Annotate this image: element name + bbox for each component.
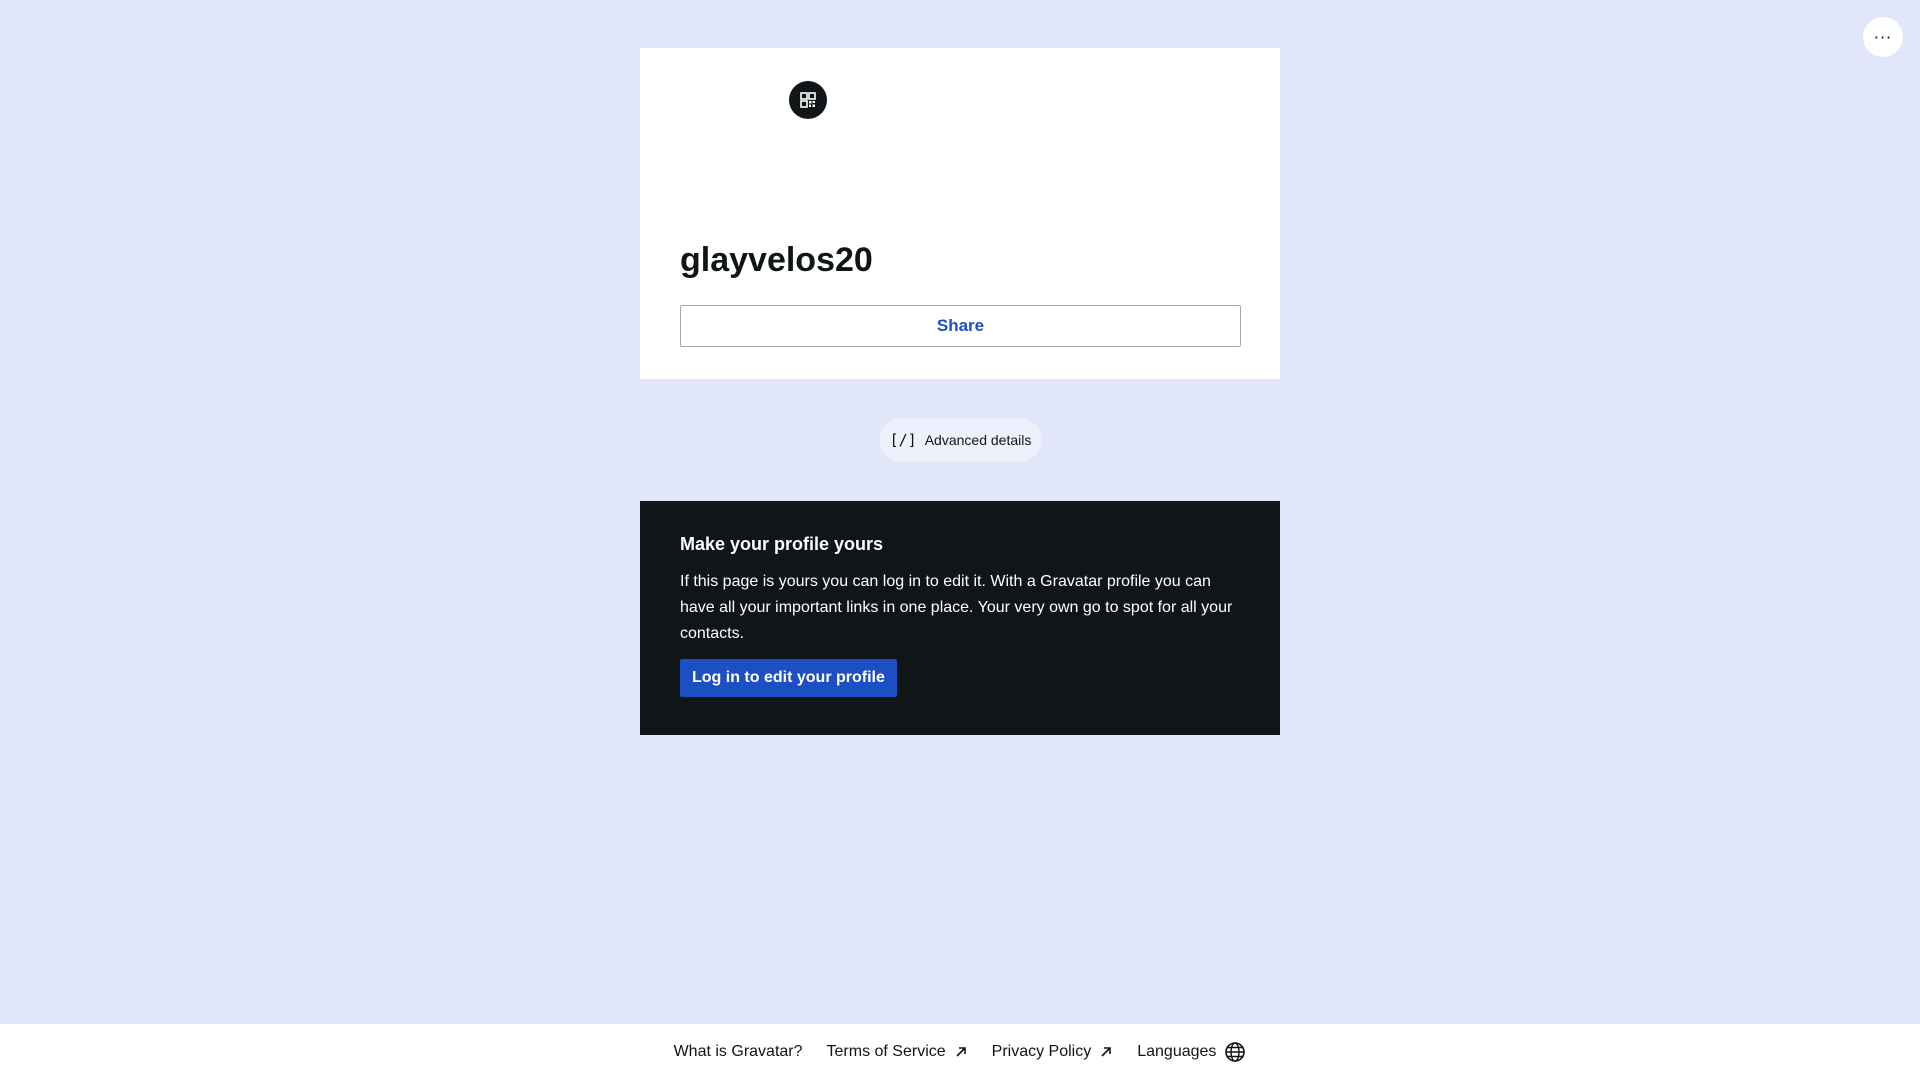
footer-link-privacy[interactable]: Privacy Policy — [980, 1043, 1126, 1061]
footer-link-label: Terms of Service — [826, 1043, 946, 1060]
external-arrow-icon — [956, 1047, 966, 1057]
advanced-details-button[interactable]: [/] Advanced details — [879, 419, 1042, 461]
code-brackets-icon: [/] — [889, 431, 917, 449]
footer-link-label: Languages — [1137, 1043, 1217, 1060]
profile-card: glayvelos20 Share — [640, 48, 1280, 379]
claim-profile-panel: Make your profile yours If this page is … — [640, 501, 1280, 735]
footer: What is Gravatar? Terms of Service Priva… — [0, 1024, 1920, 1080]
qr-code-button[interactable] — [789, 81, 827, 119]
footer-link-languages[interactable]: Languages — [1125, 1041, 1258, 1063]
profile-username: glayvelos20 — [680, 241, 873, 279]
promo-body: If this page is yours you can log in to … — [680, 573, 1233, 642]
promo-title: Make your profile yours — [680, 534, 884, 554]
share-button[interactable]: Share — [680, 305, 1241, 347]
footer-link-label: What is Gravatar? — [673, 1043, 803, 1060]
advanced-details-label: Advanced details — [924, 432, 1032, 448]
external-arrow-icon — [1101, 1047, 1112, 1057]
more-options-button[interactable]: ··· — [1863, 17, 1903, 57]
qr-code-icon — [800, 92, 816, 108]
footer-link-terms[interactable]: Terms of Service — [815, 1043, 980, 1061]
ellipsis-icon: ··· — [1873, 27, 1893, 47]
footer-link-what-is-gravatar[interactable]: What is Gravatar? — [662, 1043, 815, 1061]
login-edit-profile-button[interactable]: Log in to edit your profile — [680, 659, 897, 697]
globe-icon — [1225, 1042, 1246, 1062]
footer-link-label: Privacy Policy — [991, 1043, 1092, 1060]
